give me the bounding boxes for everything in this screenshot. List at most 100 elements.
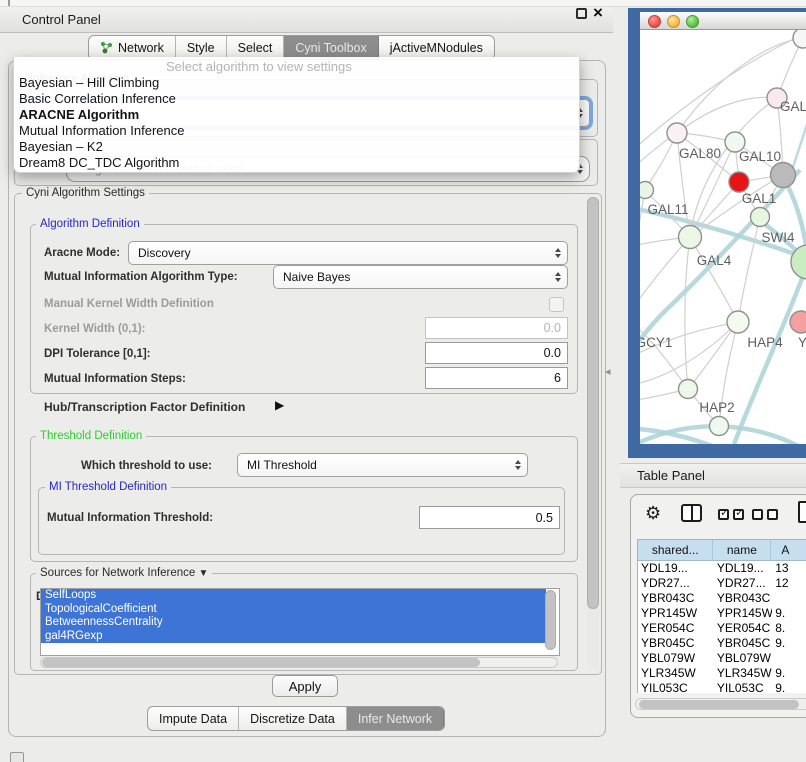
mi-threshold-field[interactable]: 0.5 [419,506,560,529]
algorithm-option[interactable]: Bayesian – K2 [14,139,579,155]
table-cell: YER054C [714,621,772,636]
algorithm-option[interactable]: ARACNE Algorithm [14,107,579,123]
attribute-item[interactable]: BetweennessCentrality [41,616,546,630]
which-threshold-combo[interactable]: MI Threshold [237,453,528,477]
tab-select[interactable]: Select [227,36,285,59]
settings-scrollbar-thumb[interactable] [587,197,599,609]
apply-button[interactable]: Apply [272,675,338,697]
hub-tf-definition-label[interactable]: Hub/Transcription Factor Definition [44,400,245,414]
attributes-scrollbar-thumb[interactable] [545,590,556,650]
tab-infer-network[interactable]: Infer Network [347,707,444,730]
table-row[interactable]: YDR27...YDR27...12 [638,576,806,591]
table-panel-titlebar: Table Panel [620,463,806,488]
tab-label: Infer Network [358,712,432,726]
table-cell: YIL053C [638,681,714,693]
algorithm-select-popup: Select algorithm to view settings Bayesi… [13,57,580,173]
table-row[interactable]: YER054CYER054C8. [638,621,806,636]
zoom-traffic-light-icon[interactable] [686,15,699,28]
network-canvas[interactable]: GALGAL80GAL10GAL1GAL11SWI4GAL4GCY1HAP4YH… [640,30,806,444]
network-node[interactable] [729,172,749,192]
sources-group-title[interactable]: Sources for Network Inference ▼ [36,567,212,580]
network-node[interactable] [771,163,796,188]
mi-type-label: Mutual Information Algorithm Type: [44,271,238,283]
manual-kernel-label: Manual Kernel Width Definition [44,298,214,310]
kernel-width-field[interactable]: 0.0 [425,317,568,339]
mi-steps-field[interactable]: 6 [425,367,568,389]
panel-collapse-arrow[interactable]: ◂ [605,365,611,378]
collapse-arrow-icon[interactable]: ▼ [199,568,209,579]
node-label: GAL [780,99,806,114]
expand-arrow-icon[interactable]: ▶ [275,398,284,412]
network-node[interactable] [710,417,729,436]
algorithm-option[interactable]: Bayesian – Hill Climbing [14,75,579,91]
table-cell: 9. [772,681,806,693]
algorithm-option[interactable]: Mutual Information Inference [14,123,579,139]
table-window: ⚙ shared...nameA YDL19...YDL19...13YDR27… [630,494,806,718]
tab-network[interactable]: Network [89,36,176,59]
tab-jactivemnodules[interactable]: jActiveMNodules [379,36,494,59]
mi-type-combo[interactable]: Naive Bayes [273,265,568,289]
table-cell: YDL19... [638,561,714,576]
attribute-item[interactable]: TopologicalCoefficient [41,603,546,617]
window-top-strip [0,0,806,7]
close-icon[interactable]: × [593,1,603,25]
column-header[interactable]: shared... [638,540,713,561]
mi-threshold-label: Mutual Information Threshold: [47,512,213,524]
cyni-settings-frame-title: Cyni Algorithm Settings [22,187,149,200]
clear-checkboxes-icon[interactable] [752,509,778,520]
column-header[interactable]: name [713,540,771,561]
table-row[interactable]: YBR043CYBR043C [638,591,806,606]
network-node[interactable] [790,311,806,333]
attribute-item[interactable]: SelfLoops [41,589,546,603]
combo-stepper-icon [555,272,561,282]
network-node[interactable] [679,380,698,399]
tab-cyni-toolbox[interactable]: Cyni Toolbox [284,36,378,59]
aracne-mode-combo[interactable]: Discovery [128,241,568,265]
attribute-item[interactable]: gal4RGexp [41,630,546,644]
close-traffic-light-icon[interactable] [648,15,661,28]
table-row[interactable]: YDL19...YDL19...13 [638,561,806,576]
network-node[interactable] [793,30,806,48]
table-cell: 8. [772,621,806,636]
node-label: GAL11 [647,202,688,217]
network-edge [640,237,690,318]
network-node[interactable] [679,226,702,249]
table-row[interactable]: YBR045CYBR045C9. [638,636,806,651]
tab-label: Impute Data [159,712,227,726]
network-node[interactable] [751,208,770,227]
table-row[interactable]: YLR345WYLR345W9. [638,666,806,681]
algorithm-option[interactable]: Dream8 DC_TDC Algorithm [14,155,579,171]
document-icon[interactable] [798,501,806,523]
table-cell: 13 [772,561,806,576]
gear-icon[interactable]: ⚙ [645,503,661,524]
dock-panel-icon[interactable] [10,752,24,762]
network-edge [677,97,777,133]
dpi-tolerance-label: DPI Tolerance [0,1]: [44,348,151,360]
float-window-icon[interactable] [576,8,587,19]
network-edge [685,237,690,389]
algorithm-popup-prompt: Select algorithm to view settings [166,59,352,74]
split-columns-icon[interactable] [681,504,702,522]
dpi-tolerance-field[interactable]: 0.0 [425,342,568,364]
minimize-traffic-light-icon[interactable] [667,15,680,28]
attributes-hscrollbar-thumb[interactable] [42,658,480,667]
network-node[interactable] [727,311,749,333]
table-row[interactable]: YIL053CYIL053C9. [638,681,806,693]
algorithm-option[interactable]: Basic Correlation Inference [14,91,579,107]
column-header[interactable]: A [771,540,806,561]
manual-kernel-checkbox[interactable] [549,297,564,312]
network-node[interactable] [640,182,654,199]
select-all-checkboxes-icon[interactable] [718,509,744,520]
tab-impute-data[interactable]: Impute Data [148,707,239,730]
table-cell: 9. [772,666,806,681]
table-row[interactable]: YBL079WYBL079W [638,651,806,666]
table-row[interactable]: YPR145WYPR145W9. [638,606,806,621]
network-node[interactable] [667,123,687,143]
kernel-width-label: Kernel Width (0,1): [44,323,145,335]
table-body: YDL19...YDL19...13YDR27...YDR27...12YBR0… [638,561,806,693]
tab-discretize-data[interactable]: Discretize Data [239,707,347,730]
table-hscrollbar-thumb[interactable] [639,700,799,709]
node-label: Y [798,335,806,350]
tab-style[interactable]: Style [176,36,227,59]
threshold-definition-title: Threshold Definition [36,430,146,443]
